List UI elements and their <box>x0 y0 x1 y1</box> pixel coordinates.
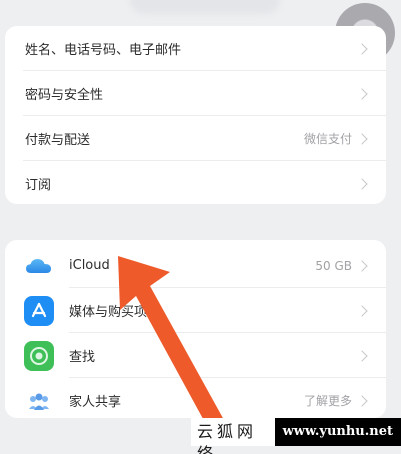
annotation-arrow <box>118 256 224 428</box>
arrow-shape <box>118 256 224 428</box>
watermark-text: 云狐网络 <box>191 418 275 454</box>
watermark: 云狐网络 www.yunhu.net <box>191 418 401 454</box>
watermark-url: www.yunhu.net <box>274 418 401 446</box>
